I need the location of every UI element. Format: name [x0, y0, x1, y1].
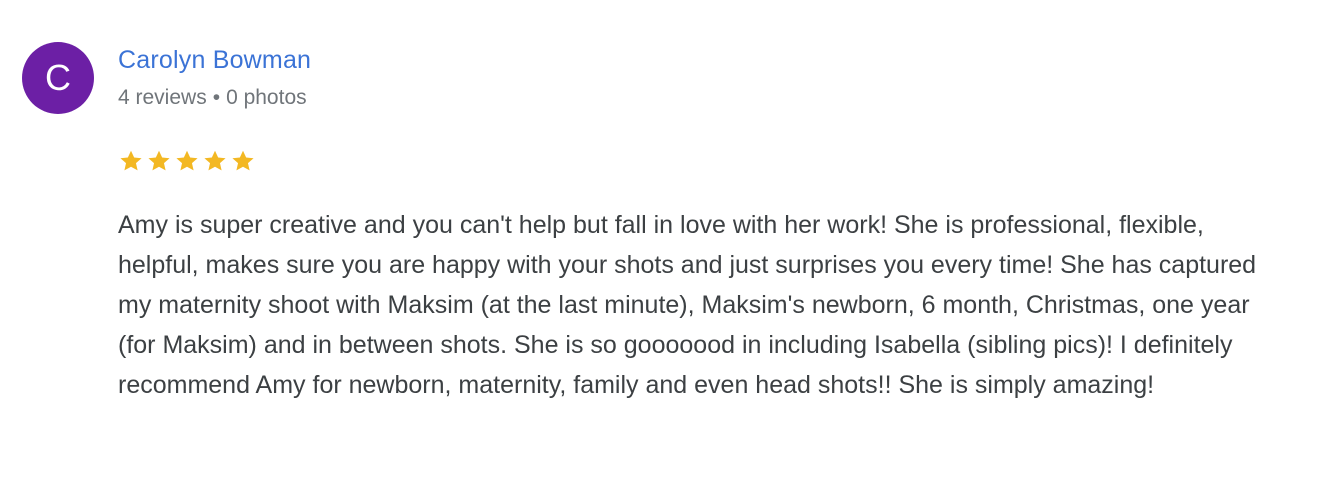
reviews-count: 4 reviews — [118, 86, 207, 109]
star-icon — [174, 148, 200, 174]
star-icon — [118, 148, 144, 174]
star-rating — [118, 148, 256, 178]
star-icon — [202, 148, 228, 174]
photos-count: 0 photos — [226, 86, 307, 109]
star-icon — [146, 148, 172, 174]
review-card: C Carolyn Bowman 4 reviews • 0 photos Amy … — [0, 0, 1322, 484]
reviewer-name-link[interactable]: Carolyn Bowman — [118, 46, 311, 75]
star-icon — [230, 148, 256, 174]
avatar[interactable]: C — [22, 42, 94, 114]
review-text: Amy is super creative and you can't help… — [118, 211, 1257, 399]
reviewer-meta: 4 reviews • 0 photos — [118, 86, 307, 110]
meta-separator: • — [212, 86, 221, 109]
